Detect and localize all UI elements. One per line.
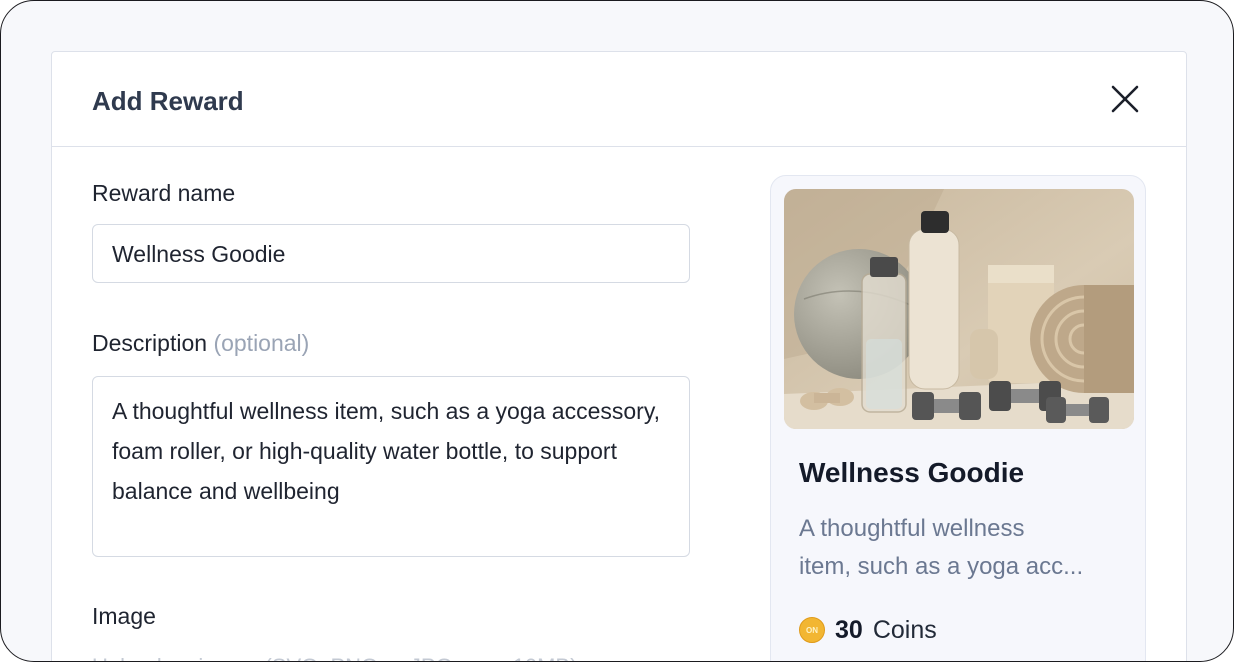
coins-row: ON 30 Coins <box>799 613 937 647</box>
modal-title: Add Reward <box>92 86 244 116</box>
close-icon <box>1111 85 1139 113</box>
reward-name-input[interactable]: Wellness Goodie <box>92 224 690 283</box>
add-reward-modal: Add Reward Reward name Wellness Goodie D… <box>51 51 1187 661</box>
coins-amount: 30 <box>835 615 863 644</box>
reward-name-label: Reward name <box>92 180 236 206</box>
optional-tag: (optional) <box>213 330 310 356</box>
description-label: Description (optional) <box>92 330 309 357</box>
app-frame: Add Reward Reward name Wellness Goodie D… <box>0 0 1234 662</box>
image-label: Image <box>92 603 156 629</box>
preview-title: Wellness Goodie <box>799 457 1025 488</box>
reward-preview-card: Wellness Goodie A thoughtful wellness it… <box>770 175 1146 661</box>
description-label-text: Description <box>92 330 208 356</box>
modal-header: Add Reward <box>52 52 1186 147</box>
preview-desc-line1: A thoughtful wellness <box>799 515 1025 542</box>
close-button[interactable] <box>1108 82 1142 116</box>
preview-desc-line2: item, such as a yoga acc... <box>799 553 1084 580</box>
coins-label: Coins <box>872 615 937 644</box>
reward-image <box>784 189 1134 429</box>
image-upload-hint[interactable]: Upload an image (SVG, PNG or JPG, max 10… <box>92 654 577 661</box>
wellness-products-image <box>784 189 1134 429</box>
description-textarea[interactable]: A thoughtful wellness item, such as a yo… <box>92 376 690 557</box>
coin-icon: ON <box>799 617 825 643</box>
preview-description: A thoughtful wellness item, such as a yo… <box>799 510 1129 586</box>
